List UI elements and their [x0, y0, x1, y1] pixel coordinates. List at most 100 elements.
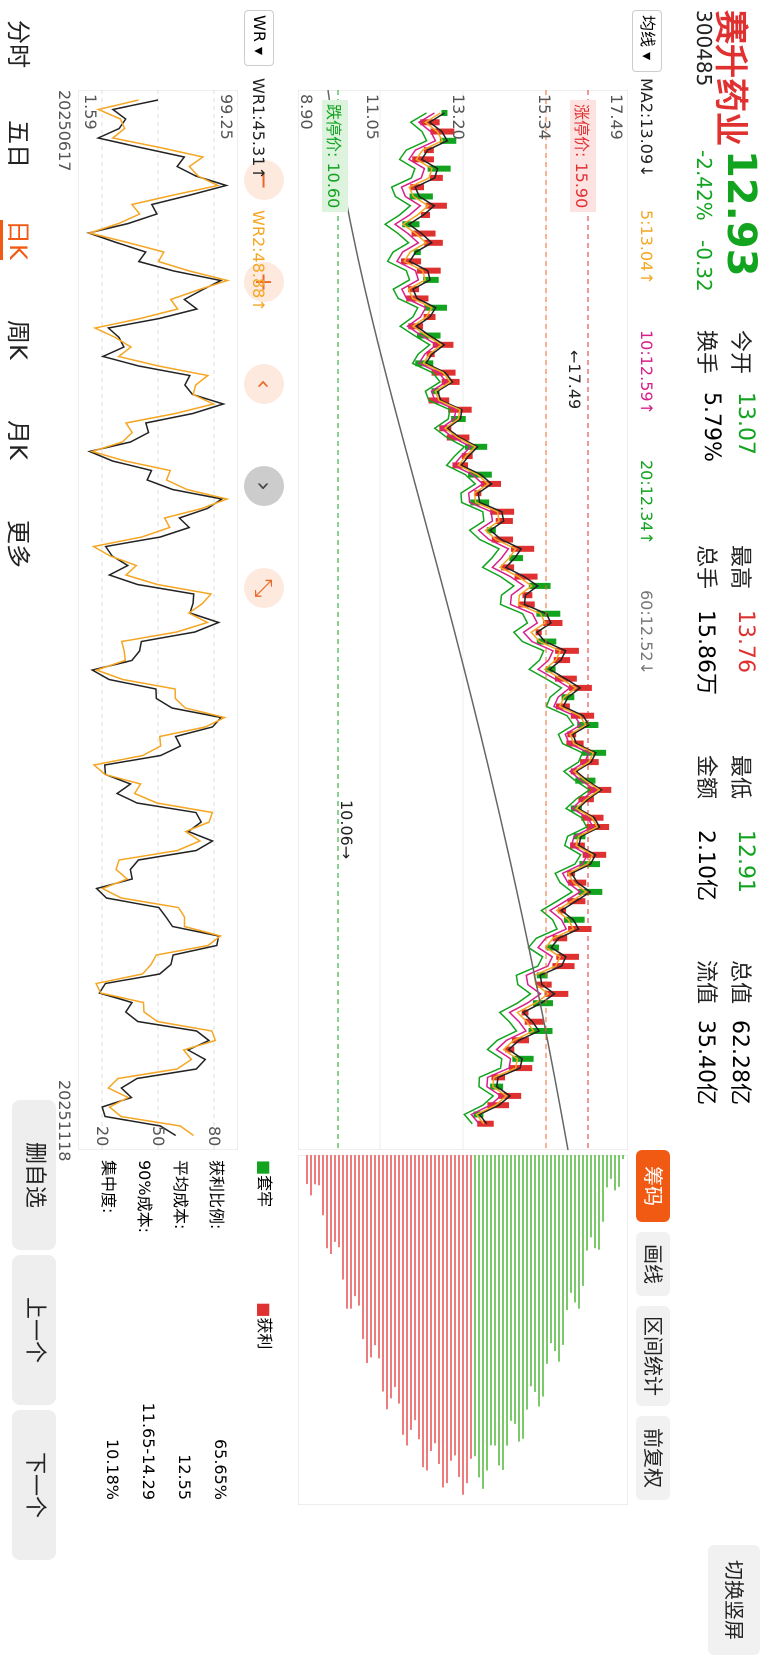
chip-bar	[390, 1155, 392, 1399]
chip-bar	[470, 1155, 472, 1459]
prev-stock-button[interactable]: 上一个	[12, 1255, 56, 1405]
reset-zoom-icon[interactable]: ⤡	[244, 568, 284, 608]
chip-bar	[446, 1155, 448, 1484]
chip-bar	[454, 1155, 456, 1456]
chip-bar	[586, 1155, 588, 1251]
wr-chart[interactable]	[78, 90, 238, 1150]
volume-value: 15.86万	[693, 610, 718, 695]
profit-ratio-label: 获利比例:	[207, 1160, 226, 1230]
tab-draw-line[interactable]: 画线	[636, 1232, 670, 1296]
stock-name: 赛升药业	[710, 10, 750, 146]
chip-bar	[550, 1155, 552, 1344]
scroll-right-button[interactable]: ›	[244, 466, 284, 506]
chip-bar	[462, 1155, 464, 1495]
avg-cost-label: 平均成本:	[171, 1160, 190, 1230]
chip-bar	[418, 1155, 420, 1440]
tab-chips[interactable]: 筹码	[636, 1150, 670, 1222]
float-value: 35.40亿	[693, 1020, 718, 1105]
chip-bar	[506, 1155, 508, 1446]
tab-intraday[interactable]: 分时	[3, 20, 38, 68]
price-axis-low: 11.05	[363, 94, 382, 140]
wr2-value: WR2:48.88↑	[249, 210, 268, 312]
chip-bar	[322, 1155, 324, 1216]
chip-bar	[530, 1155, 532, 1387]
chip-bar	[414, 1155, 416, 1421]
ma10-value: 10:12.59↑	[637, 330, 656, 415]
chip-bar	[382, 1155, 384, 1392]
chip-bar	[410, 1155, 412, 1430]
candle	[518, 601, 535, 608]
volume-label: 总手	[693, 545, 718, 590]
chip-bar	[514, 1155, 516, 1424]
chip-bar	[606, 1155, 608, 1188]
kline-chart[interactable]	[298, 90, 628, 1150]
chip-bar	[478, 1155, 480, 1478]
chip-bar	[450, 1155, 452, 1461]
tab-monthly-k[interactable]: 月K	[3, 420, 38, 460]
cost90-value: 11.65-14.29	[139, 1402, 158, 1500]
limit-up-label: 涨停价: 15.90	[570, 100, 596, 213]
chip-bar	[486, 1155, 488, 1471]
chip-bar	[442, 1155, 444, 1488]
chip-bar	[498, 1155, 500, 1466]
chip-bar	[430, 1155, 432, 1451]
chip-bar	[562, 1155, 564, 1345]
chip-bar	[426, 1155, 428, 1471]
switch-portrait-button[interactable]: 切换竖屏	[708, 1545, 760, 1655]
chip-bar	[402, 1155, 404, 1435]
chip-bar	[438, 1155, 440, 1464]
concentration-label: 集中度:	[99, 1160, 118, 1214]
chip-bar	[366, 1155, 368, 1364]
chip-bar	[590, 1155, 592, 1238]
chip-bar	[318, 1155, 320, 1186]
chip-bar	[522, 1155, 524, 1439]
date-start: 20250617	[55, 90, 74, 172]
chip-bar	[434, 1155, 436, 1444]
ma-selector[interactable]: 均线 ▾	[632, 10, 662, 72]
tab-five-day[interactable]: 五日	[3, 120, 38, 168]
price-axis-bottom: 8.90	[297, 94, 316, 130]
chip-bar	[350, 1155, 352, 1309]
chip-bar	[314, 1155, 316, 1185]
turnover-value: 5.79%	[699, 392, 724, 462]
wr-selector[interactable]: WR ▾	[244, 10, 274, 66]
chip-bar	[386, 1155, 388, 1410]
profit-ratio-value: 65.65%	[211, 1438, 230, 1500]
landscape-stage: 赛升药业 300485 12.93 -2.42% -0.32 今开 13.07 …	[0, 0, 768, 1665]
tab-more[interactable]: 更多	[3, 520, 38, 568]
chip-bar	[502, 1155, 504, 1470]
chip-bar	[358, 1155, 360, 1306]
chip-bar	[346, 1155, 348, 1309]
ma20-value: 20:12.34↑	[637, 460, 656, 545]
legend-trapped: 套牢	[255, 1175, 274, 1208]
tab-interval-stats[interactable]: 区间统计	[636, 1306, 670, 1406]
chip-distribution	[298, 1155, 628, 1505]
tab-weekly-k[interactable]: 周K	[3, 320, 38, 360]
chip-bar	[422, 1155, 424, 1468]
chip-bar	[394, 1155, 396, 1388]
tab-forward-adjust[interactable]: 前复权	[636, 1416, 670, 1500]
stock-change: -0.32	[692, 240, 716, 292]
chip-bar	[574, 1155, 576, 1303]
scroll-left-button[interactable]: ‹	[244, 364, 284, 404]
amount-value: 2.10亿	[693, 830, 718, 901]
price-axis-mid-high: 15.34	[535, 94, 554, 140]
concentration-value: 10.18%	[103, 1438, 122, 1500]
chip-bar	[610, 1155, 612, 1179]
chip-bar	[518, 1155, 520, 1442]
chip-bar	[542, 1155, 544, 1397]
mcap-label: 总值	[727, 960, 752, 1005]
chip-bar	[546, 1155, 548, 1364]
chip-bar	[622, 1155, 624, 1159]
chip-bar	[334, 1155, 336, 1242]
tab-daily-k[interactable]: 日K	[0, 220, 38, 260]
chip-bar	[582, 1155, 584, 1286]
delete-watch-button[interactable]: 删自选	[12, 1100, 56, 1250]
wr-right-80: 80	[205, 1126, 224, 1147]
cost90-label: 90%成本:	[135, 1160, 154, 1233]
chip-bar	[618, 1155, 620, 1187]
next-stock-button[interactable]: 下一个	[12, 1410, 56, 1560]
open-label: 今开	[727, 330, 752, 375]
chip-bar	[466, 1155, 468, 1484]
ma2-value: MA2:13.09↓	[637, 78, 656, 178]
